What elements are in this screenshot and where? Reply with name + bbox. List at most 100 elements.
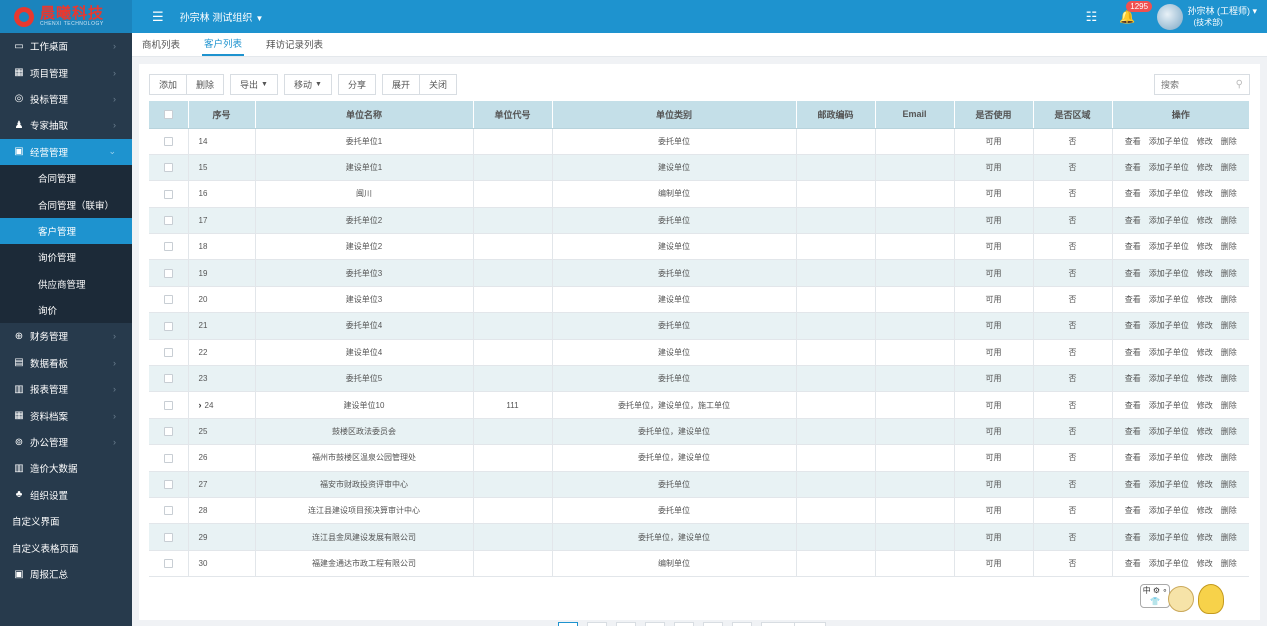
sidebar-item-experts[interactable]: ♟ 专家抽取 › [0,112,132,138]
bell-icon[interactable]: 🔔 1295 [1119,0,1153,25]
logo[interactable]: 晨曦科技 CHENXI TECHNOLOGY [0,0,132,33]
row-checkbox[interactable] [149,286,188,314]
row-checkbox[interactable] [149,391,188,419]
sidebar-item-big-data[interactable]: ▥ 造价大数据 [0,455,132,481]
delete-button[interactable]: 删除 [187,74,225,95]
sidebar-item-org[interactable]: ♣ 组织设置 [0,482,132,508]
close-button[interactable]: 关闭 [419,74,457,95]
table-row[interactable]: 30 福建金通达市政工程有限公司 编制单位 可用否 查看 添加子单位 修改 删除 [149,550,1249,578]
delete-link[interactable]: 删除 [1221,295,1237,304]
add-sub-unit-link[interactable]: 添加子单位 [1149,533,1189,542]
delete-link[interactable]: 删除 [1221,401,1237,410]
page-jump-input[interactable] [761,622,795,626]
view-link[interactable]: 查看 [1125,295,1141,304]
page-button[interactable]: 1 [558,622,578,626]
delete-link[interactable]: 删除 [1221,269,1237,278]
settings-sliders-icon[interactable]: ☷ [1086,9,1098,25]
add-sub-unit-link[interactable]: 添加子单位 [1149,506,1189,515]
add-sub-unit-link[interactable]: 添加子单位 [1149,480,1189,489]
view-link[interactable]: 查看 [1125,348,1141,357]
add-sub-unit-link[interactable]: 添加子单位 [1149,453,1189,462]
view-link[interactable]: 查看 [1125,453,1141,462]
view-link[interactable]: 查看 [1125,401,1141,410]
share-button[interactable]: 分享 [337,74,376,95]
delete-link[interactable]: 删除 [1221,533,1237,542]
edit-link[interactable]: 修改 [1197,295,1213,304]
add-sub-unit-link[interactable]: 添加子单位 [1149,401,1189,410]
view-link[interactable]: 查看 [1125,321,1141,330]
row-checkbox[interactable] [149,312,188,340]
tab-visits[interactable]: 拜访记录列表 [266,37,333,56]
user-menu[interactable]: 孙宗林 (工程师) ▾ (技术部) [1187,6,1257,28]
edit-link[interactable]: 修改 [1197,242,1213,251]
edit-link[interactable]: 修改 [1197,533,1213,542]
add-sub-unit-link[interactable]: 添加子单位 [1149,137,1189,146]
view-link[interactable]: 查看 [1125,427,1141,436]
delete-link[interactable]: 删除 [1221,137,1237,146]
sidebar-item-dashboard[interactable]: ▤ 数据看板 › [0,350,132,376]
edit-link[interactable]: 修改 [1197,506,1213,515]
row-checkbox[interactable] [149,180,188,208]
add-sub-unit-link[interactable]: 添加子单位 [1149,242,1189,251]
page-jump-button[interactable]: 跳转 [795,622,826,626]
add-sub-unit-link[interactable]: 添加子单位 [1149,559,1189,568]
add-sub-unit-link[interactable]: 添加子单位 [1149,427,1189,436]
col-header-no[interactable]: 序号 [187,101,255,129]
page-button[interactable]: 4 [645,622,665,626]
view-link[interactable]: 查看 [1125,163,1141,172]
col-header-code[interactable]: 单位代号 [472,101,552,129]
delete-link[interactable]: 删除 [1221,216,1237,225]
table-row[interactable]: 17 委托单位2 委托单位 可用否查看 添加子单位 修改 删除 [149,207,1249,235]
page-button-last[interactable]: 14 [732,622,752,626]
delete-link[interactable]: 删除 [1221,348,1237,357]
edit-link[interactable]: 修改 [1197,559,1213,568]
view-link[interactable]: 查看 [1125,480,1141,489]
select-all-checkbox[interactable] [149,101,188,129]
row-checkbox[interactable] [149,444,188,472]
edit-link[interactable]: 修改 [1197,137,1213,146]
table-row[interactable]: 14 委托单位1 委托单位 可用否查看 添加子单位 修改 删除 [149,128,1249,155]
table-row[interactable]: 22 建设单位4 建设单位 可用否查看 添加子单位 修改 删除 [149,339,1249,367]
sidebar-subitem-inquiry-mgmt[interactable]: 询价管理 [0,244,132,271]
page-ellipsis[interactable]: ... [703,622,723,626]
table-row[interactable]: 19 委托单位3 委托单位 可用否查看 添加子单位 修改 删除 [149,259,1249,287]
delete-link[interactable]: 删除 [1221,163,1237,172]
mascot-widget[interactable]: 中 ⚙ ∘ 👕 [1128,568,1238,620]
search-input[interactable] [1161,79,1231,90]
table-row[interactable]: 26 福州市鼓楼区温泉公园管理处 委托单位，建设单位 可用否查看 添加子单位 修改 删除 [149,444,1249,472]
edit-link[interactable]: 修改 [1197,348,1213,357]
edit-link[interactable]: 修改 [1197,269,1213,278]
sidebar-subitem-contracts[interactable]: 合同管理 [0,164,132,192]
table-row[interactable]: 29 连江县金凤建设发展有限公司 委托单位，建设单位 可用否查看 添加子单位 修改 删除 [149,523,1249,551]
table-row[interactable]: 25 鼓楼区政法委员会 委托单位，建设单位 可用否查看 添加子单位 修改 删除 [149,418,1249,446]
avatar[interactable] [1157,3,1184,30]
add-sub-unit-link[interactable]: 添加子单位 [1149,163,1189,172]
add-button[interactable]: 添加 [149,74,188,95]
table-row[interactable]: 20 建设单位3 建设单位 可用否查看 添加子单位 修改 删除 [149,286,1249,314]
sidebar-item-custom-ui[interactable]: 自定义界面 [0,508,132,534]
view-link[interactable]: 查看 [1125,559,1141,568]
add-sub-unit-link[interactable]: 添加子单位 [1149,216,1189,225]
table-row[interactable]: 28 连江县建设项目预决算审计中心 委托单位 可用否查看 添加子单位 修改 删除 [149,497,1249,525]
row-checkbox[interactable] [149,365,188,393]
export-button[interactable]: 导出 ▼ [230,74,278,95]
table-row[interactable]: 16 闽川 编制单位 可用否查看 添加子单位 修改 删除 [149,180,1249,208]
row-checkbox[interactable] [149,259,188,287]
view-link[interactable]: 查看 [1125,216,1141,225]
edit-link[interactable]: 修改 [1197,401,1213,410]
delete-link[interactable]: 删除 [1221,480,1237,489]
view-link[interactable]: 查看 [1125,137,1141,146]
sidebar-subitem-suppliers[interactable]: 供应商管理 [0,270,132,297]
sidebar-item-office[interactable]: ⊚ 办公管理 › [0,429,132,455]
sidebar-item-weekly-report[interactable]: ▣ 周报汇总 [0,561,132,587]
sidebar-item-reports[interactable]: ▥ 报表管理 › [0,376,132,402]
delete-link[interactable]: 删除 [1221,506,1237,515]
delete-link[interactable]: 删除 [1221,559,1237,568]
view-link[interactable]: 查看 [1125,189,1141,198]
page-button[interactable]: 5 [674,622,694,626]
row-checkbox[interactable] [149,233,188,261]
add-sub-unit-link[interactable]: 添加子单位 [1149,295,1189,304]
row-checkbox[interactable] [149,550,188,578]
table-row[interactable]: 27 福安市财政投资评审中心 委托单位 可用否查看 添加子单位 修改 删除 [149,471,1249,498]
edit-link[interactable]: 修改 [1197,163,1213,172]
